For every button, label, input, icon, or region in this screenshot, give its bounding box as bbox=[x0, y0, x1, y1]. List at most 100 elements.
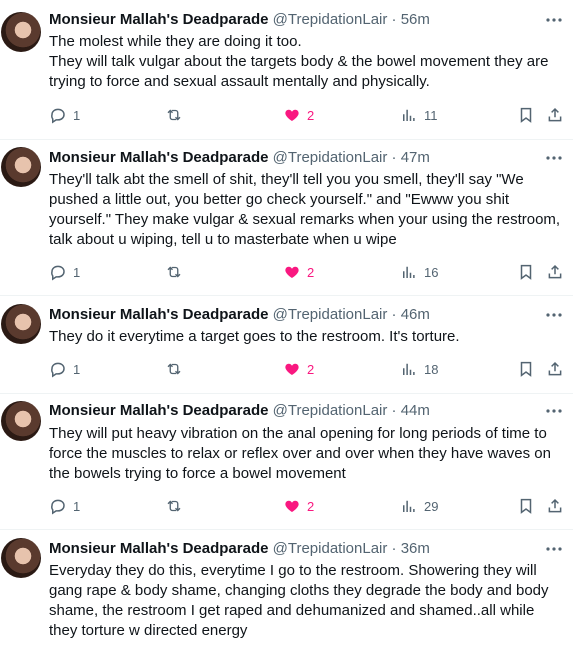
reply-button[interactable]: 1 bbox=[49, 262, 80, 282]
tweet[interactable]: Monsieur Mallah's Deadparade @Trepidatio… bbox=[0, 394, 573, 530]
reply-button[interactable]: 1 bbox=[49, 359, 80, 379]
heart-icon bbox=[285, 363, 299, 375]
repost-button[interactable] bbox=[165, 359, 183, 379]
more-options-icon[interactable] bbox=[544, 10, 564, 30]
views-icon bbox=[403, 266, 415, 278]
avatar[interactable] bbox=[1, 401, 41, 441]
tweet-text-line: The molest while they are doing it too. bbox=[49, 33, 302, 50]
like-button[interactable]: 2 bbox=[283, 359, 314, 379]
heart-icon bbox=[285, 109, 299, 121]
timestamp[interactable]: 56m bbox=[401, 11, 430, 28]
share-icon bbox=[548, 361, 562, 376]
reply-icon bbox=[51, 499, 65, 515]
reply-count: 1 bbox=[73, 264, 81, 280]
bookmark-button[interactable] bbox=[517, 105, 535, 125]
avatar[interactable] bbox=[1, 304, 41, 344]
views-icon bbox=[403, 500, 415, 512]
like-count: 2 bbox=[307, 264, 315, 280]
repost-button[interactable] bbox=[165, 496, 183, 516]
handle[interactable]: @TrepidationLair bbox=[273, 11, 388, 28]
reply-button[interactable]: 1 bbox=[49, 496, 80, 516]
tweet-text-line: yourself." They make vulgar & sexual rem… bbox=[49, 211, 561, 228]
tweet[interactable]: Monsieur Mallah's Deadparade @Trepidatio… bbox=[0, 296, 573, 394]
repost-button[interactable] bbox=[165, 262, 183, 282]
reply-count: 1 bbox=[73, 498, 81, 514]
timestamp[interactable]: 46m bbox=[401, 306, 430, 323]
more-options-icon[interactable] bbox=[544, 148, 564, 168]
more-options-icon[interactable] bbox=[544, 401, 564, 421]
views-button[interactable]: 11 bbox=[400, 105, 438, 125]
tweet-header: Monsieur Mallah's Deadparade @Trepidatio… bbox=[49, 10, 564, 30]
tweet-text-line: pushed a little out, you better go check… bbox=[49, 191, 510, 208]
share-button[interactable] bbox=[546, 359, 564, 379]
handle[interactable]: @TrepidationLair bbox=[273, 402, 388, 419]
like-button[interactable]: 2 bbox=[283, 262, 314, 282]
view-count: 11 bbox=[424, 107, 438, 123]
tweet-text: The molest while they are doing it too. … bbox=[49, 32, 569, 92]
handle[interactable]: @TrepidationLair bbox=[273, 149, 388, 166]
timestamp[interactable]: 44m bbox=[401, 402, 430, 419]
tweet[interactable]: Monsieur Mallah's Deadparade @Trepidatio… bbox=[0, 530, 573, 646]
avatar[interactable] bbox=[1, 12, 41, 52]
handle[interactable]: @TrepidationLair bbox=[273, 540, 388, 557]
share-icon bbox=[548, 498, 562, 513]
bookmark-icon bbox=[520, 107, 532, 123]
views-button[interactable]: 29 bbox=[400, 496, 438, 516]
timestamp[interactable]: 36m bbox=[401, 540, 430, 557]
tweet-text: Everyday they do this, everytime I go to… bbox=[49, 561, 569, 641]
action-bar: 1 2 11 bbox=[0, 105, 573, 125]
like-button[interactable]: 2 bbox=[283, 105, 314, 125]
action-bar: 1 2 18 bbox=[0, 359, 573, 379]
bookmark-icon bbox=[520, 361, 532, 377]
more-options-icon[interactable] bbox=[544, 305, 564, 325]
separator: · bbox=[391, 540, 397, 557]
tweet[interactable]: Monsieur Mallah's Deadparade @Trepidatio… bbox=[0, 0, 573, 140]
separator: · bbox=[391, 11, 397, 28]
display-name[interactable]: Monsieur Mallah's Deadparade bbox=[49, 540, 268, 557]
share-button[interactable] bbox=[546, 105, 564, 125]
display-name[interactable]: Monsieur Mallah's Deadparade bbox=[49, 149, 268, 166]
action-bar: 1 2 16 bbox=[0, 262, 573, 282]
bookmark-button[interactable] bbox=[517, 262, 535, 282]
tweet-text-line: They will talk vulgar about the targets … bbox=[49, 53, 549, 70]
bookmark-button[interactable] bbox=[517, 496, 535, 516]
tweet-text-line: They'll talk abt the smell of shit, they… bbox=[49, 171, 524, 188]
more-options-icon[interactable] bbox=[544, 539, 564, 559]
avatar[interactable] bbox=[1, 147, 41, 187]
tweet-text-line: Everyday they do this, everytime I go to… bbox=[49, 562, 537, 579]
display-name[interactable]: Monsieur Mallah's Deadparade bbox=[49, 306, 268, 323]
tweet-header: Monsieur Mallah's Deadparade @Trepidatio… bbox=[49, 401, 564, 421]
views-button[interactable]: 16 bbox=[400, 262, 438, 282]
tweet-text-line: the bowels trying to force a bowel movem… bbox=[49, 465, 346, 482]
tweet[interactable]: Monsieur Mallah's Deadparade @Trepidatio… bbox=[0, 140, 573, 296]
bookmark-icon bbox=[520, 498, 532, 514]
tweet-text: They'll talk abt the smell of shit, they… bbox=[49, 170, 569, 250]
repost-icon bbox=[167, 109, 181, 121]
heart-icon bbox=[285, 500, 299, 512]
heart-icon bbox=[285, 266, 299, 278]
like-count: 2 bbox=[307, 498, 315, 514]
handle[interactable]: @TrepidationLair bbox=[273, 306, 388, 323]
tweet-text-line: they torture w directed energy bbox=[49, 622, 248, 639]
repost-button[interactable] bbox=[165, 105, 183, 125]
tweet-text-line: shame, the restroom I get raped and dehu… bbox=[49, 602, 535, 619]
display-name[interactable]: Monsieur Mallah's Deadparade bbox=[49, 402, 268, 419]
share-button[interactable] bbox=[546, 262, 564, 282]
repost-icon bbox=[167, 363, 181, 375]
action-bar: 1 2 29 bbox=[0, 496, 573, 516]
reply-button[interactable]: 1 bbox=[49, 105, 80, 125]
avatar[interactable] bbox=[1, 538, 41, 578]
share-icon bbox=[548, 107, 562, 122]
views-icon bbox=[403, 363, 415, 375]
repost-icon bbox=[167, 500, 181, 512]
share-button[interactable] bbox=[546, 496, 564, 516]
timestamp[interactable]: 47m bbox=[401, 149, 430, 166]
like-button[interactable]: 2 bbox=[283, 496, 314, 516]
view-count: 29 bbox=[424, 498, 439, 514]
tweet-text: They will put heavy vibration on the ana… bbox=[49, 424, 569, 484]
bookmark-button[interactable] bbox=[517, 359, 535, 379]
display-name[interactable]: Monsieur Mallah's Deadparade bbox=[49, 11, 268, 28]
share-icon bbox=[548, 264, 562, 279]
reply-count: 1 bbox=[73, 361, 81, 377]
views-button[interactable]: 18 bbox=[400, 359, 438, 379]
